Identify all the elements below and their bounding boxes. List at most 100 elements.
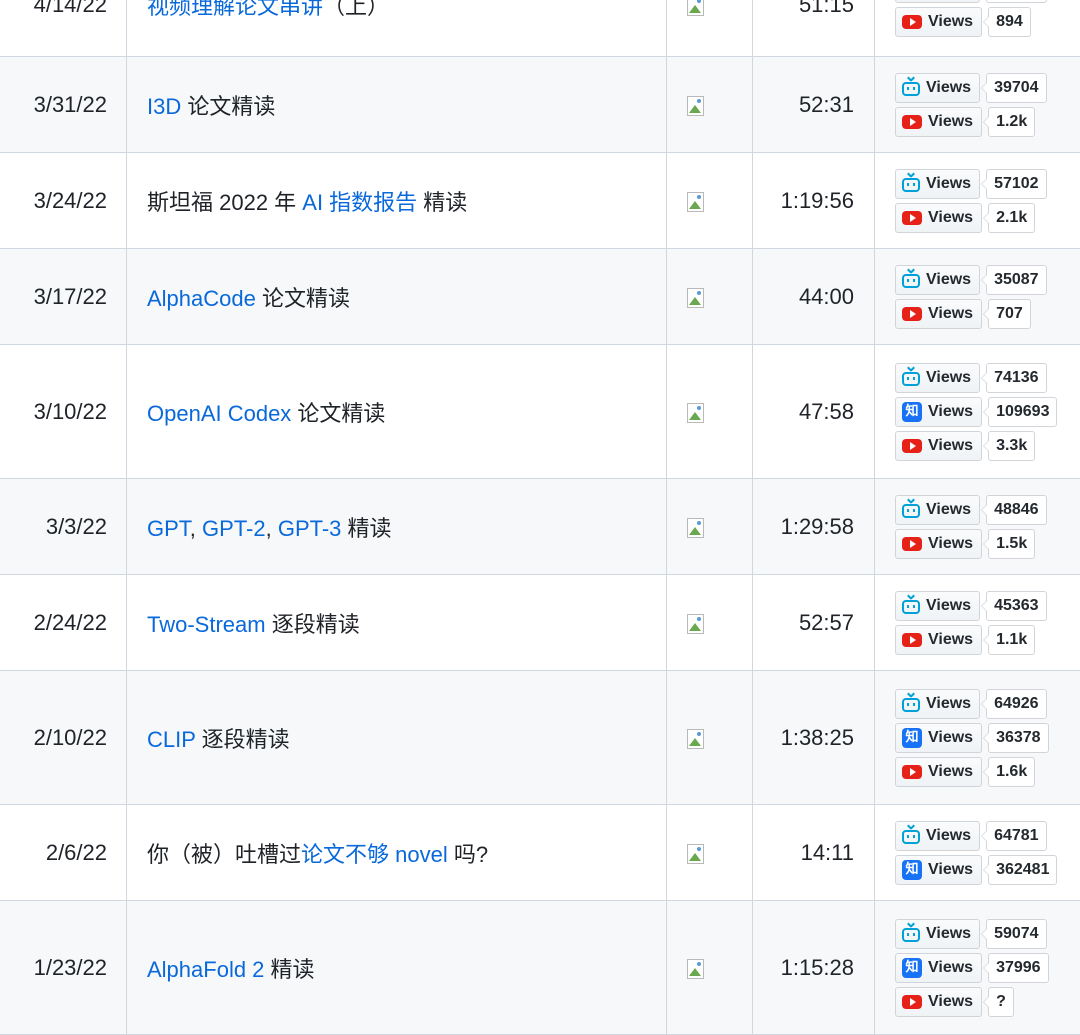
youtube-icon [902, 211, 922, 225]
views-cell: Views59074 知Views37996 Views? [875, 901, 1080, 1035]
views-cell: Views48846 Views1.5k [875, 479, 1080, 575]
views-cell: Views35087 Views707 [875, 249, 1080, 345]
bilibili-icon [902, 82, 920, 96]
video-thumbnail-cell [667, 805, 753, 901]
title-text: （上） [323, 0, 389, 19]
title-cell: CLIP 逐段精读 [127, 671, 667, 805]
duration-cell: 1:38:25 [753, 671, 875, 805]
bilibili-views-badge[interactable]: Views64781 [895, 821, 1080, 851]
broken-image-icon[interactable] [685, 192, 707, 212]
title-text: , [266, 516, 278, 541]
youtube-views-badge[interactable]: Views? [895, 987, 1080, 1017]
broken-image-icon[interactable] [685, 844, 707, 864]
date-cell: 2/6/22 [0, 805, 127, 901]
duration-cell: 1:29:58 [753, 479, 875, 575]
youtube-views-badge[interactable]: Views2.1k [895, 203, 1080, 233]
views-label: Views [926, 271, 971, 289]
date-cell: 4/14/22 [0, 0, 127, 57]
broken-image-icon[interactable] [685, 403, 707, 423]
views-label: Views [926, 175, 971, 193]
bilibili-views-badge[interactable]: Views39704 [895, 73, 1080, 103]
bilibili-icon [902, 504, 920, 518]
badge-label: Views [895, 757, 982, 787]
papers-table: 4/14/22视频理解论文串讲（上）51:15Views52000Views89… [0, 0, 1080, 1035]
badge-label: Views [895, 7, 982, 37]
youtube-icon [902, 15, 922, 29]
broken-image-icon[interactable] [685, 729, 707, 749]
title-text: 精读 [264, 957, 314, 982]
bilibili-views-badge[interactable]: Views48846 [895, 495, 1080, 525]
paper-title-link[interactable]: AI 指数报告 [302, 190, 417, 215]
bilibili-icon [902, 830, 920, 844]
broken-image-icon[interactable] [685, 96, 707, 116]
badge-label: Views [895, 107, 982, 137]
paper-title-link[interactable]: I3D [147, 94, 181, 119]
paper-title-link[interactable]: OpenAI Codex [147, 401, 291, 426]
zhihu-views-badge[interactable]: 知Views362481 [895, 855, 1080, 885]
youtube-views-badge[interactable]: Views1.2k [895, 107, 1080, 137]
bilibili-views-badge[interactable]: Views45363 [895, 591, 1080, 621]
views-count: 48846 [986, 495, 1047, 525]
title-cell: 视频理解论文串讲（上） [127, 0, 667, 57]
bilibili-views-badge[interactable]: Views35087 [895, 265, 1080, 295]
paper-title-link[interactable]: AlphaCode [147, 286, 256, 311]
video-thumbnail-cell [667, 901, 753, 1035]
broken-image-icon[interactable] [685, 288, 707, 308]
paper-title-link[interactable]: AlphaFold 2 [147, 957, 264, 982]
duration-cell: 47:58 [753, 345, 875, 479]
views-label: Views [926, 597, 971, 615]
youtube-icon [902, 439, 922, 453]
badge-label: 知Views [895, 855, 982, 885]
bilibili-views-badge[interactable]: Views74136 [895, 363, 1080, 393]
video-thumbnail-cell [667, 57, 753, 153]
youtube-views-badge[interactable]: Views1.1k [895, 625, 1080, 655]
badge-label: 知Views [895, 953, 982, 983]
paper-title-link[interactable]: CLIP [147, 727, 196, 752]
bilibili-views-badge[interactable]: Views57102 [895, 169, 1080, 199]
bilibili-views-badge[interactable]: Views64926 [895, 689, 1080, 719]
views-count: 109693 [988, 397, 1057, 427]
youtube-views-badge[interactable]: Views1.6k [895, 757, 1080, 787]
paper-title-link[interactable]: GPT-2 [202, 516, 266, 541]
paper-title-link[interactable]: 论文不够 novel [301, 842, 448, 867]
youtube-views-badge[interactable]: Views1.5k [895, 529, 1080, 559]
views-count: 64926 [986, 689, 1047, 719]
views-cell: Views74136 知Views109693 Views3.3k [875, 345, 1080, 479]
title-cell: Two-Stream 逐段精读 [127, 575, 667, 671]
title-text: 论文精读 [291, 401, 385, 426]
paper-title-link[interactable]: 视频理解论文串讲 [147, 0, 323, 19]
title-text: 论文精读 [181, 94, 275, 119]
zhihu-views-badge[interactable]: 知Views109693 [895, 397, 1080, 427]
badge-label: Views [895, 0, 980, 3]
views-count: 3.3k [988, 431, 1035, 461]
views-cell: Views64926知Views36378Views1.6k [875, 671, 1080, 805]
duration-cell: 52:57 [753, 575, 875, 671]
video-thumbnail-cell [667, 0, 753, 57]
badge-label: Views [895, 265, 980, 295]
bilibili-icon [902, 928, 920, 942]
duration-cell: 52:31 [753, 57, 875, 153]
title-cell: AlphaFold 2 精读 [127, 901, 667, 1035]
broken-image-icon[interactable] [685, 959, 707, 979]
badge-label: Views [895, 919, 980, 949]
youtube-views-badge[interactable]: Views3.3k [895, 431, 1080, 461]
paper-title-link[interactable]: Two-Stream [147, 612, 266, 637]
broken-image-icon[interactable] [685, 0, 707, 16]
title-text: 你（被）吐槽过 [147, 842, 301, 867]
views-count: 52000 [986, 0, 1047, 3]
views-count: 59074 [986, 919, 1047, 949]
broken-image-icon[interactable] [685, 518, 707, 538]
video-thumbnail-cell [667, 153, 753, 249]
zhihu-views-badge[interactable]: 知Views36378 [895, 723, 1080, 753]
date-cell: 3/24/22 [0, 153, 127, 249]
paper-title-link[interactable]: GPT-3 [278, 516, 342, 541]
paper-title-link[interactable]: GPT [147, 516, 190, 541]
bilibili-views-badge[interactable]: Views59074 [895, 919, 1080, 949]
bilibili-views-badge[interactable]: Views 52000 [895, 0, 1080, 3]
youtube-views-badge[interactable]: Views707 [895, 299, 1080, 329]
title-cell: 你（被）吐槽过论文不够 novel 吗? [127, 805, 667, 901]
broken-image-icon[interactable] [685, 614, 707, 634]
zhihu-views-badge[interactable]: 知Views37996 [895, 953, 1080, 983]
youtube-views-badge[interactable]: Views894 [895, 7, 1080, 37]
table-row: 3/17/22AlphaCode 论文精读44:00Views35087View… [0, 249, 1080, 345]
